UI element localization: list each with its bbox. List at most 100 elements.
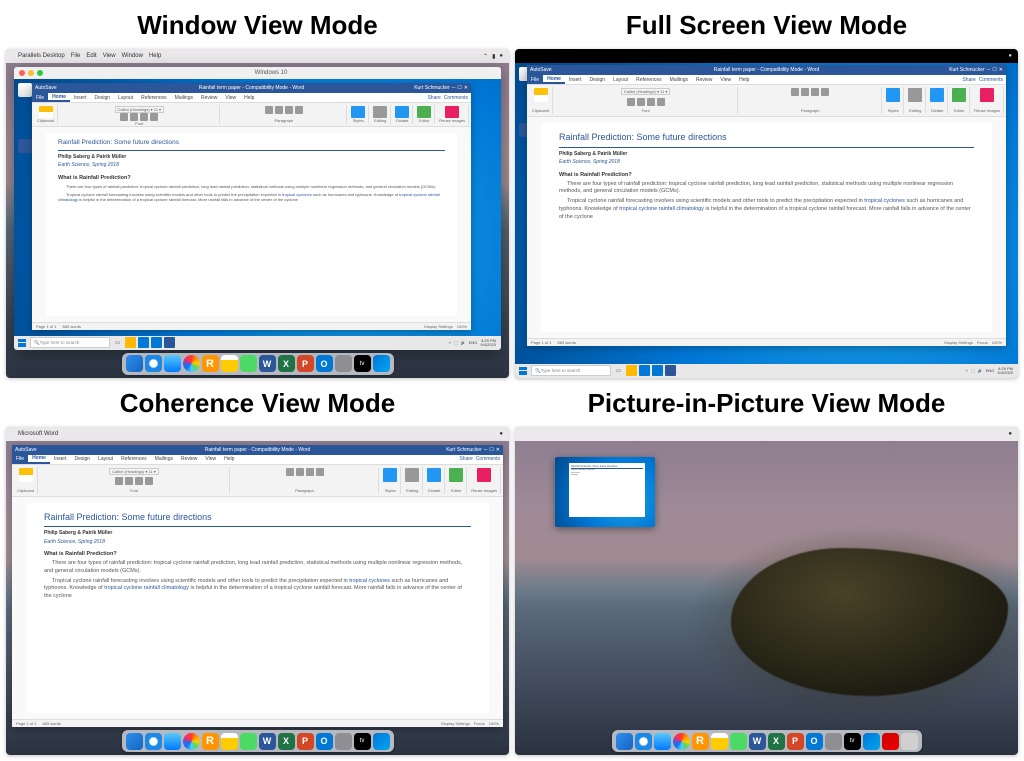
edge-icon[interactable] [138,337,149,348]
tab-review[interactable]: Review [177,455,201,464]
dock-mail-icon[interactable] [654,733,671,750]
menubar-clock[interactable]: ● [1008,431,1012,437]
status-words[interactable]: 883 words [557,340,575,345]
menubar-clock[interactable]: ● [499,53,503,60]
styles-icon[interactable] [383,468,397,482]
menu-window[interactable]: Window [122,53,143,59]
win-minimize-icon[interactable]: ─ [987,67,991,73]
paste-icon[interactable] [39,106,53,118]
tray-network-icon[interactable]: ⬚ [454,340,458,345]
tab-view[interactable]: View [221,93,240,102]
comments-button[interactable]: Comments [476,456,500,462]
dock-settings-icon[interactable] [825,733,842,750]
share-button[interactable]: Share [459,456,472,462]
dock-settings-icon[interactable] [335,733,352,750]
close-icon[interactable] [19,70,25,76]
status-words[interactable]: 883 words [42,721,60,726]
document-area[interactable]: Rainfall Prediction: Some future directi… [12,497,503,720]
comments-button[interactable]: Comments [444,95,468,101]
word-window[interactable]: AutoSave Rainfall term paper - Compatibi… [32,83,471,330]
win-close-icon[interactable]: ✕ [496,447,500,453]
dock-windows-icon[interactable] [863,733,880,750]
dock-parallels-icon[interactable]: R [692,733,709,750]
editor-icon[interactable] [952,88,966,102]
bold-icon[interactable] [627,98,635,106]
tab-insert[interactable]: Insert [565,75,586,84]
win-maximize-icon[interactable]: ☐ [457,85,461,91]
dock-app-icon[interactable] [240,355,257,372]
autosave-toggle[interactable]: AutoSave [15,447,37,453]
store-icon[interactable] [652,365,663,376]
menu-help[interactable]: Help [149,53,161,59]
menu-edit[interactable]: Edit [86,53,96,59]
word-titlebar[interactable]: AutoSave Rainfall term paper - Compatibi… [12,445,503,455]
italic-icon[interactable] [637,98,645,106]
share-button[interactable]: Share [962,77,975,83]
font-name-select[interactable]: Calibri (Headings) ▾ 11 ▾ [621,88,671,95]
numbering-icon[interactable] [275,106,283,114]
dock-settings-icon[interactable] [335,355,352,372]
align-icon[interactable] [811,88,819,96]
dock-outlook-icon[interactable]: O [316,355,333,372]
share-button[interactable]: Share [427,95,440,101]
win-minimize-icon[interactable]: ─ [452,85,456,91]
italic-icon[interactable] [125,477,133,485]
dock-excel-icon[interactable]: X [278,355,295,372]
font-name-select[interactable]: Calibri (Headings) ▾ 11 ▾ [115,106,165,113]
tab-mailings[interactable]: Mailings [151,455,177,464]
tab-design[interactable]: Design [90,93,114,102]
task-view-icon[interactable]: ▭ [112,337,123,348]
dock-photos-icon[interactable] [183,355,200,372]
tab-file[interactable]: File [32,93,48,102]
editor-icon[interactable] [449,468,463,482]
dictate-icon[interactable] [930,88,944,102]
vm-titlebar[interactable]: Windows 10 [14,67,501,79]
autosave-toggle[interactable]: AutoSave [530,67,552,73]
dictate-icon[interactable] [395,106,409,118]
underline-icon[interactable] [140,113,148,121]
dock-tv-icon[interactable]: tv [354,733,371,750]
bold-icon[interactable] [115,477,123,485]
user-name[interactable]: Kurt Schmucker [949,67,985,73]
reuse-images-icon[interactable] [445,106,459,118]
bullets-icon[interactable] [265,106,273,114]
tray-volume-icon[interactable]: 🔊 [978,368,983,373]
win-close-icon[interactable]: ✕ [999,67,1003,73]
zoom-icon[interactable] [37,70,43,76]
win-maximize-icon[interactable]: ☐ [489,447,493,453]
dock-parallels2-icon[interactable] [882,733,899,750]
explorer-icon[interactable] [626,365,637,376]
styles-icon[interactable] [351,106,365,118]
tab-view[interactable]: View [201,455,220,464]
dock-safari-icon[interactable] [145,355,162,372]
tab-mailings[interactable]: Mailings [171,93,197,102]
tab-layout[interactable]: Layout [609,75,632,84]
dock-powerpoint-icon[interactable]: P [297,355,314,372]
dictate-icon[interactable] [427,468,441,482]
tab-references[interactable]: References [117,455,151,464]
dock-notes-icon[interactable] [711,733,728,750]
tab-references[interactable]: References [632,75,666,84]
dock-safari-icon[interactable] [635,733,652,750]
user-name[interactable]: Kurt Schmucker [414,85,450,91]
find-icon[interactable] [405,468,419,482]
doc-hyperlink[interactable]: tropical cyclones [349,578,390,584]
dock-safari-icon[interactable] [145,733,162,750]
find-icon[interactable] [373,106,387,118]
font-color-icon[interactable] [657,98,665,106]
dock-excel-icon[interactable]: X [278,733,295,750]
system-tray[interactable]: ˄ ⬚ 🔊 ENG 4:29 PM 9/4/2020 [966,367,1016,375]
document-area[interactable]: Rainfall Prediction: Some future directi… [32,127,471,322]
mac-menubar[interactable]: Parallels Desktop File Edit View Window … [6,49,509,63]
dock-parallels-icon[interactable]: R [202,355,219,372]
tab-file[interactable]: File [527,75,543,84]
editor-icon[interactable] [417,106,431,118]
dock-finder-icon[interactable] [126,733,143,750]
win-close-icon[interactable]: ✕ [464,85,468,91]
numbering-icon[interactable] [801,88,809,96]
tab-mailings[interactable]: Mailings [666,75,692,84]
indent-icon[interactable] [821,88,829,96]
dock-word-icon[interactable]: W [259,355,276,372]
dock-photos-icon[interactable] [183,733,200,750]
menubar-clock[interactable]: ● [499,431,503,437]
